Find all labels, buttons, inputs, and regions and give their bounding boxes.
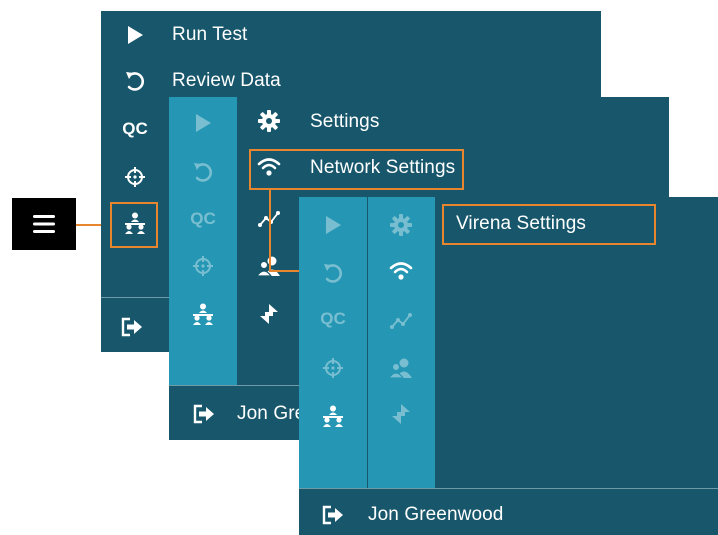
play-icon [123,23,147,47]
icon-rail [169,97,237,385]
hamburger-button[interactable] [12,198,76,250]
crosshair-icon[interactable] [191,254,215,278]
transfer-icon[interactable] [389,402,413,426]
crosshair-icon[interactable] [321,356,345,380]
chart-line-icon[interactable] [389,309,413,333]
network-icon[interactable] [321,404,345,428]
undo-icon[interactable] [191,160,215,184]
crosshair-icon[interactable] [123,165,147,189]
icon-rail-secondary [368,197,435,488]
menu-item-label: Settings [310,111,380,132]
qc-icon[interactable]: QC [187,207,219,231]
logout-icon[interactable] [119,315,145,339]
user-name: Jon Greenwood [368,504,504,525]
undo-icon[interactable] [321,261,345,285]
play-icon[interactable] [321,213,345,237]
qc-icon[interactable]: QC [317,307,349,331]
menu-panel-network: QC Virena Settings Jon Greenwood [299,197,718,535]
wifi-icon[interactable] [389,259,413,283]
transfer-icon[interactable] [257,302,281,326]
menu-item-run-test[interactable]: Run Test [101,17,601,53]
user-name: Jon Gre [237,403,306,424]
highlight-box [110,202,158,248]
menu-item-label: Run Test [172,24,248,45]
logout-icon[interactable] [191,402,217,426]
menu-item-settings[interactable]: Settings [237,105,669,137]
highlight-box [249,149,464,190]
icon-rail [299,197,367,488]
footer-divider [299,488,718,489]
connector-line [269,188,271,272]
menu-icon [32,212,56,236]
highlight-box [442,204,656,245]
network-icon[interactable] [191,302,215,326]
gear-icon[interactable] [389,213,413,237]
menu-item-review-data[interactable]: Review Data [101,63,601,99]
gear-icon [257,109,281,133]
undo-icon [123,69,147,93]
play-icon[interactable] [191,111,215,135]
qc-icon[interactable]: QC [119,117,151,141]
menu-item-label: Review Data [172,70,281,91]
users-icon[interactable] [389,356,413,380]
logout-icon[interactable] [320,503,346,527]
